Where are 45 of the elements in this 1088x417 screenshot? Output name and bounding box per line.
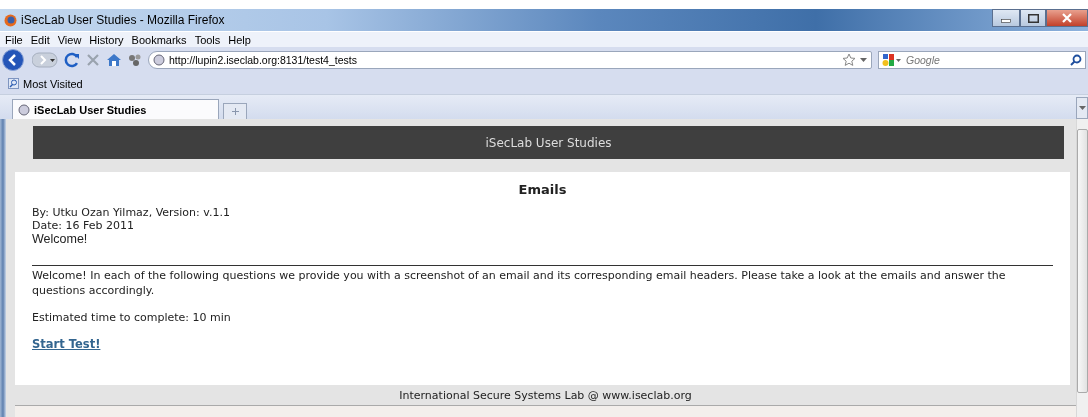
forward-button[interactable] xyxy=(32,52,58,68)
minimize-icon xyxy=(1001,19,1011,23)
date-line: Date: 16 Feb 2011 xyxy=(32,219,135,232)
plus-icon xyxy=(231,108,239,115)
menu-item[interactable]: Bookmarks xyxy=(131,33,187,46)
maximize-button[interactable] xyxy=(1020,9,1046,27)
close-icon xyxy=(1062,13,1072,23)
bookmark-item[interactable]: Most Visited xyxy=(23,77,83,90)
dropdown-caret-icon xyxy=(1078,106,1086,110)
search-bar[interactable]: Google xyxy=(878,51,1086,69)
search-folder-icon[interactable] xyxy=(8,78,19,89)
intro-text: Welcome! In each of the following questions we provide you with a screenshot of an email and its corresponding email headers. Please take a look at the emails and answer the questions accordingly. xyxy=(32,268,1007,298)
address-text[interactable]: http://lupin2.iseclab.org:8131/test4_tests xyxy=(169,54,357,66)
page-heading: Emails xyxy=(517,182,568,197)
home-icon[interactable] xyxy=(106,53,122,67)
tab[interactable]: iSecLab User Studies xyxy=(12,99,219,119)
menu-item[interactable]: Tools xyxy=(194,33,221,46)
globe-icon xyxy=(4,13,17,27)
welcome-text: Welcome! xyxy=(32,232,89,246)
cluster-icon[interactable] xyxy=(128,53,142,67)
site-icon xyxy=(18,103,30,116)
search-engine-icon[interactable] xyxy=(882,53,902,67)
maximize-icon xyxy=(1027,13,1039,23)
site-header: iSecLab User Studies xyxy=(33,126,1064,159)
dropdown-caret-icon[interactable] xyxy=(860,57,867,63)
start-test-link[interactable]: Start Test! xyxy=(32,337,101,351)
menu-item[interactable]: Edit xyxy=(30,33,50,46)
reload-icon[interactable] xyxy=(64,52,80,68)
menu-item[interactable]: History xyxy=(89,33,124,46)
window-title: iSecLab User Studies - Mozilla Firefox xyxy=(21,13,225,27)
close-button[interactable] xyxy=(1046,9,1088,27)
tab-list-button[interactable] xyxy=(1076,97,1088,119)
back-button[interactable] xyxy=(2,49,26,71)
search-icon[interactable] xyxy=(1070,54,1082,66)
address-field[interactable]: http://lupin2.iseclab.org:8131/test4_tests xyxy=(148,51,872,69)
site-icon xyxy=(153,54,165,66)
estimate-text: Estimated time to complete: 10 min xyxy=(32,310,232,325)
bookmark-star-icon[interactable] xyxy=(842,53,856,67)
scrollbar[interactable] xyxy=(1076,119,1088,417)
author-line: By: Utku Ozan Yilmaz, Version: v.1.1 xyxy=(32,206,231,219)
minimize-button[interactable] xyxy=(992,9,1020,27)
menu-item[interactable]: File xyxy=(5,33,23,46)
menu-item[interactable]: View xyxy=(57,33,82,46)
new-tab-button[interactable] xyxy=(223,103,247,119)
menu-item[interactable]: Help xyxy=(228,33,251,46)
